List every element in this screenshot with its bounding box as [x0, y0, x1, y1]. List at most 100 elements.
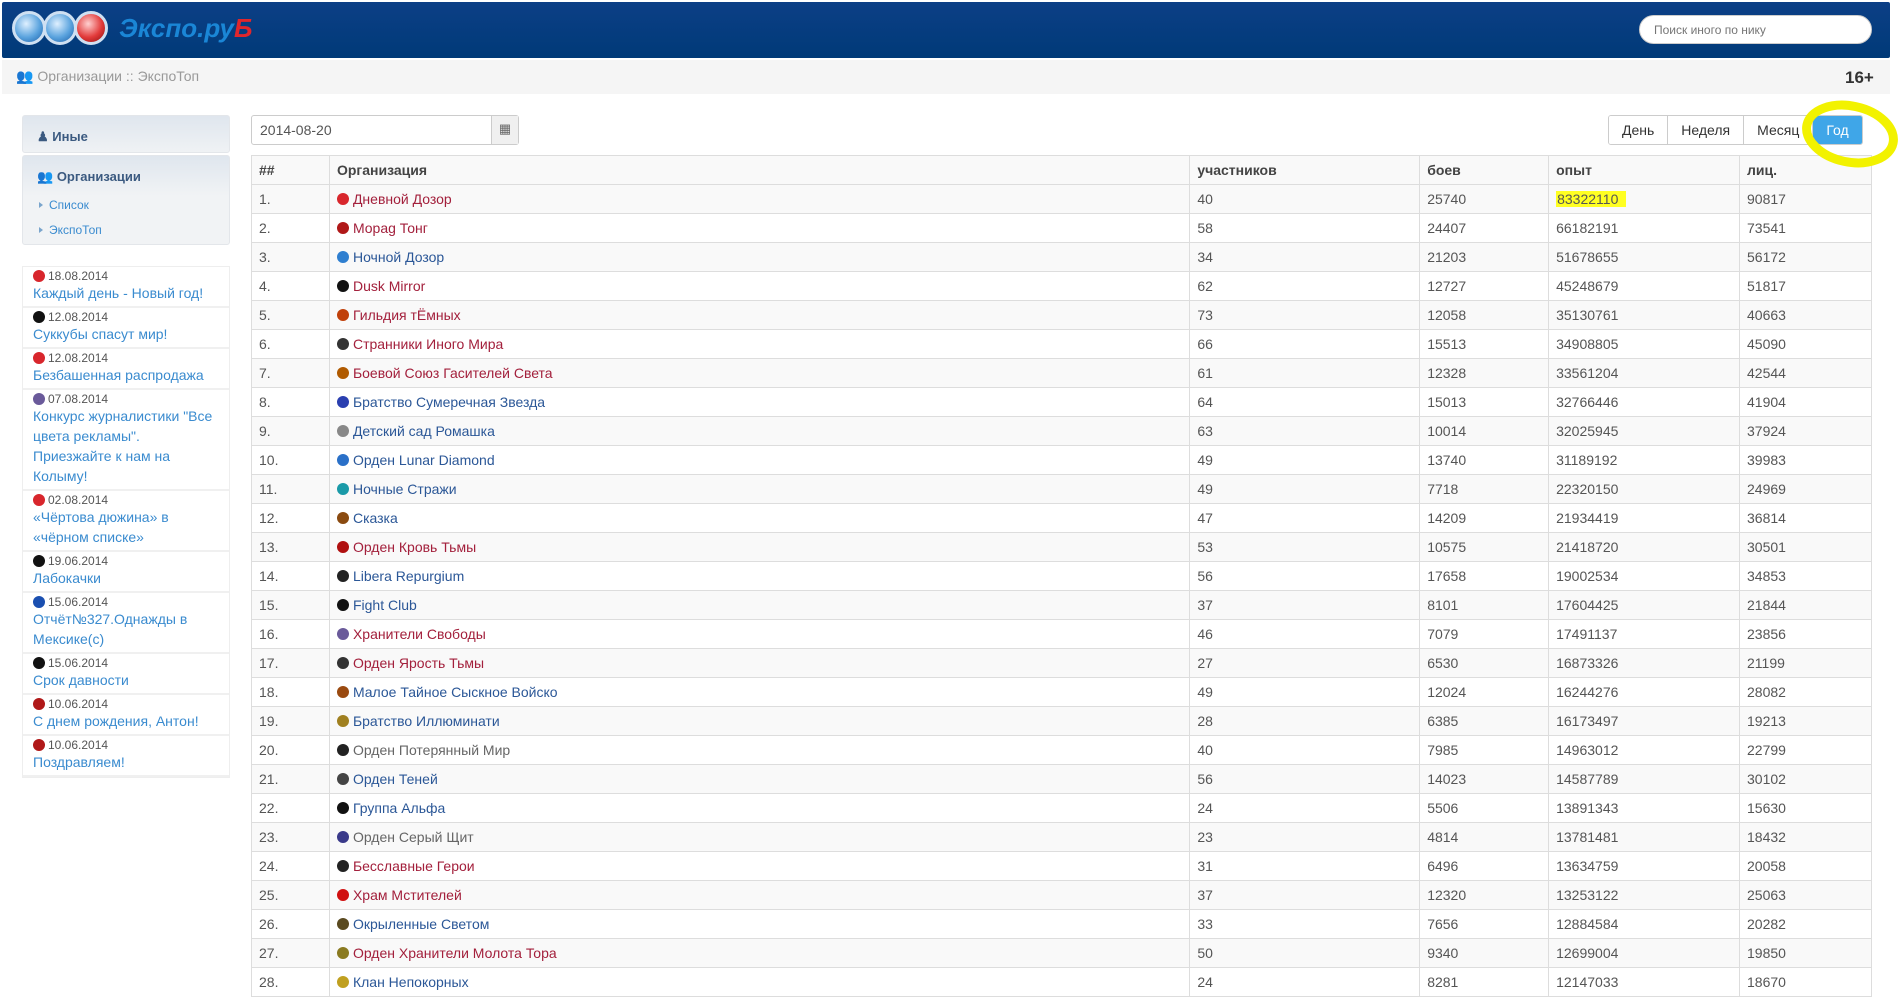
org-name[interactable]: Морag Тонг	[353, 220, 428, 236]
org-name[interactable]: Ночной Дозор	[353, 249, 444, 265]
org-link[interactable]: Хранители Свободы	[336, 626, 1182, 642]
org-name[interactable]: Дневной Дозор	[353, 191, 452, 207]
news-title-link[interactable]: «Чёртова дюжина» в «чёрном списке»	[33, 507, 219, 547]
news-title-link[interactable]: Поздравляем!	[33, 752, 219, 772]
column-header[interactable]: опыт	[1548, 155, 1741, 185]
org-link[interactable]: Орден Потерянный Мир	[336, 742, 1182, 758]
news-title-link[interactable]: Суккубы спасут мир!	[33, 324, 219, 344]
news-title-link[interactable]: Безбашенная распродажа	[33, 365, 219, 385]
members-cell-value: 56	[1197, 568, 1213, 584]
column-header[interactable]: лиц.	[1739, 155, 1872, 185]
org-name[interactable]: Libera Repurgium	[353, 568, 464, 584]
org-link[interactable]: Libera Repurgium	[336, 568, 1182, 584]
org-name[interactable]: Клан Непокорных	[353, 974, 469, 990]
sidebar-item-orgs[interactable]: Организации	[57, 169, 141, 184]
org-name[interactable]: Dusk Mirror	[353, 278, 425, 294]
org-name[interactable]: Малое Тайное Сыскное Войско	[353, 684, 558, 700]
org-link[interactable]: Братство Иллюминати	[336, 713, 1182, 729]
column-header[interactable]: Организация	[328, 155, 1191, 185]
org-link[interactable]: Храм Мстителей	[336, 887, 1182, 903]
org-link[interactable]: Клан Непокорных	[336, 974, 1182, 990]
org-name[interactable]: Ночные Стражи	[353, 481, 457, 497]
news-item: 15.06.2014 Отчёт№327.Однажды в Мексике(с)	[23, 593, 229, 654]
date-picker[interactable]: 2014-08-20 ▦	[251, 115, 519, 145]
sidebar-item-others[interactable]: Иные	[52, 129, 88, 144]
org-link[interactable]: Dusk Mirror	[336, 278, 1182, 294]
org-link[interactable]: Fight Club	[336, 597, 1182, 613]
org-link[interactable]: Странники Иного Мира	[336, 336, 1182, 352]
org-name[interactable]: Окрыленные Светом	[353, 916, 489, 932]
column-header[interactable]: ##	[251, 155, 330, 185]
org-link[interactable]: Ночной Дозор	[336, 249, 1182, 265]
news-title-link[interactable]: Каждый день - Новый год!	[33, 283, 219, 303]
org-link[interactable]: Орден Ярость Тьмы	[336, 655, 1182, 671]
org-link[interactable]: Орден Теней	[336, 771, 1182, 787]
org-name[interactable]: Бесславные Герои	[353, 858, 475, 874]
org-link[interactable]: Гильдия тЁмных	[336, 307, 1182, 323]
battles-cell: 6496	[1419, 851, 1550, 881]
news-title-link[interactable]: Отчёт№327.Однажды в Мексике(с)	[33, 609, 219, 649]
org-name[interactable]: Боевой Союз Гасителей Света	[353, 365, 553, 381]
org-link[interactable]: Окрыленные Светом	[336, 916, 1182, 932]
calendar-icon[interactable]: ▦	[491, 116, 518, 144]
members-cell-value: 46	[1197, 626, 1213, 642]
org-emblem-icon	[336, 860, 349, 872]
org-name[interactable]: Орден Серый Щит	[353, 829, 474, 845]
sidebar-orgs: 👥 Организации Список ЭкспоТоп	[22, 155, 230, 245]
org-name[interactable]: Орден Ярость Тьмы	[353, 655, 484, 671]
date-input[interactable]: 2014-08-20	[252, 116, 491, 144]
org-emblem-icon	[336, 802, 349, 814]
org-name[interactable]: Орден Хранители Молота Тора	[353, 945, 557, 961]
site-logo[interactable]: Экспо.руБ	[12, 11, 252, 45]
org-name[interactable]: Братство Иллюминати	[353, 713, 500, 729]
org-name[interactable]: Братство Сумеречная Звезда	[353, 394, 545, 410]
news-title-link[interactable]: Срок давности	[33, 670, 219, 690]
sidebar-others[interactable]: ♟ Иные	[22, 115, 230, 153]
period-button-0[interactable]: День	[1609, 116, 1669, 144]
org-name[interactable]: Орден Теней	[353, 771, 438, 787]
org-link[interactable]: Орден Хранители Молота Тора	[336, 945, 1182, 961]
column-header[interactable]: участников	[1189, 155, 1421, 185]
org-name[interactable]: Гильдия тЁмных	[353, 307, 461, 323]
org-link[interactable]: Боевой Союз Гасителей Света	[336, 365, 1182, 381]
org-link[interactable]: Детский сад Ромашка	[336, 423, 1182, 439]
org-name[interactable]: Странники Иного Мира	[353, 336, 503, 352]
faces-cell: 19213	[1739, 706, 1872, 736]
period-button-1[interactable]: Неделя	[1668, 116, 1745, 144]
blue-flag-icon	[33, 596, 45, 608]
org-link[interactable]: Ночные Стражи	[336, 481, 1182, 497]
org-emblem-icon	[336, 512, 349, 524]
org-link[interactable]: Бесславные Герои	[336, 858, 1182, 874]
org-name[interactable]: Fight Club	[353, 597, 417, 613]
news-date-row: 02.08.2014	[33, 493, 219, 507]
search-input[interactable]	[1639, 15, 1872, 44]
org-link[interactable]: Братство Сумеречная Звезда	[336, 394, 1182, 410]
column-header[interactable]: боев	[1419, 155, 1550, 185]
table-row: 27. Орден Хранители Молота Тора 50 9340 1269…	[251, 938, 1872, 968]
org-link[interactable]: Сказка	[336, 510, 1182, 526]
org-link[interactable]: Группа Альфа	[336, 800, 1182, 816]
org-name[interactable]: Храм Мстителей	[353, 887, 462, 903]
battles-cell: 14023	[1419, 764, 1550, 794]
org-name[interactable]: Детский сад Ромашка	[353, 423, 495, 439]
org-name[interactable]: Хранители Свободы	[353, 626, 486, 642]
news-title-link[interactable]: С днем рождения, Антон!	[33, 711, 219, 731]
period-button-3[interactable]: Год	[1813, 116, 1862, 144]
org-name[interactable]: Орден Потерянный Мир	[353, 742, 510, 758]
period-button-2[interactable]: Месяц	[1744, 116, 1814, 144]
org-name[interactable]: Сказка	[353, 510, 398, 526]
sidebar-link-expotop[interactable]: ЭкспоТоп	[23, 218, 229, 243]
news-title-link[interactable]: Лабокачки	[33, 568, 219, 588]
org-emblem-icon	[336, 628, 349, 640]
org-link[interactable]: Орден Серый Щит	[336, 829, 1182, 845]
sidebar-link-list[interactable]: Список	[23, 193, 229, 218]
org-link[interactable]: Орден Lunar Diamond	[336, 452, 1182, 468]
org-link[interactable]: Малое Тайное Сыскное Войско	[336, 684, 1182, 700]
org-link[interactable]: Орден Кровь Тьмы	[336, 539, 1182, 555]
org-link[interactable]: Морag Тонг	[336, 220, 1182, 236]
org-name[interactable]: Орден Lunar Diamond	[353, 452, 495, 468]
org-link[interactable]: Дневной Дозор	[336, 191, 1182, 207]
org-name[interactable]: Группа Альфа	[353, 800, 445, 816]
org-name[interactable]: Орден Кровь Тьмы	[353, 539, 476, 555]
news-title-link[interactable]: Конкурс журналистики "Все цвета рекламы"…	[33, 406, 219, 486]
